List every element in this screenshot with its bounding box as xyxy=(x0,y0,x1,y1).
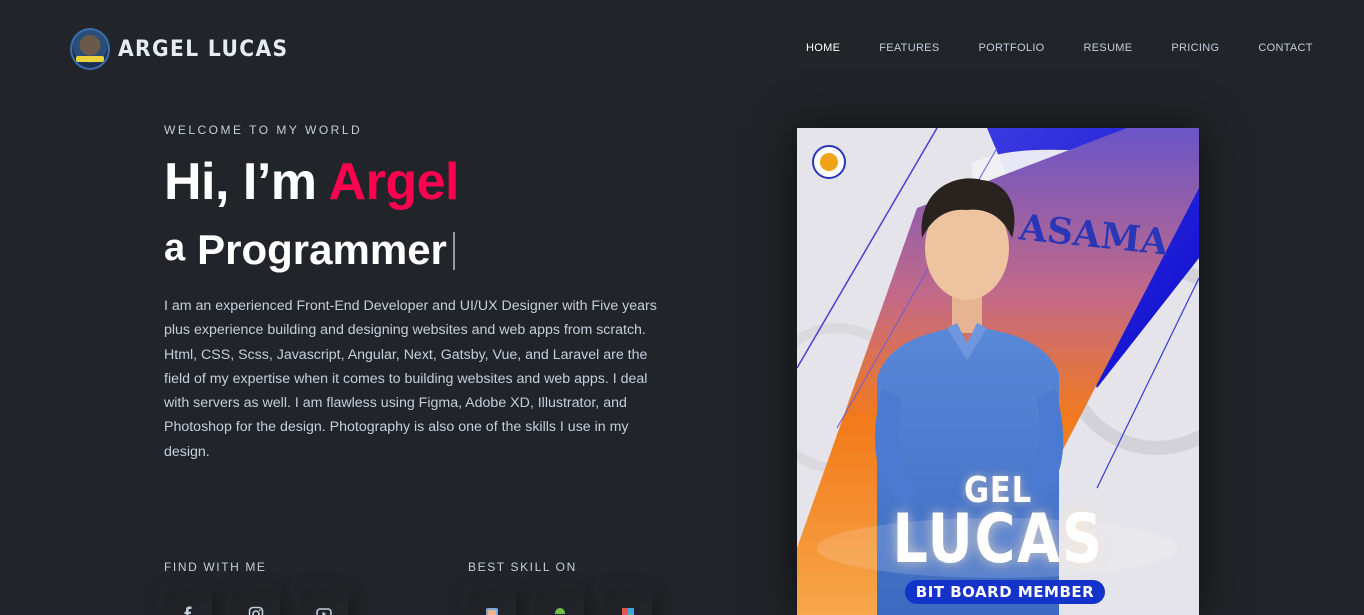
skill-figma[interactable] xyxy=(468,590,516,615)
brand-name: ARGEL LUCAS xyxy=(118,36,289,62)
hero-heading: Hi, I’m Argel xyxy=(164,152,459,212)
hero-name: Argel xyxy=(328,153,460,211)
instagram-icon xyxy=(248,606,264,615)
youtube-link[interactable] xyxy=(300,590,348,615)
youtube-icon xyxy=(316,608,332,615)
nav-contact[interactable]: CONTACT xyxy=(1258,42,1312,54)
nav-portfolio[interactable]: PORTFOLIO xyxy=(978,42,1044,54)
role-line: a Programmer xyxy=(164,226,455,274)
best-skill-label: BEST SKILL ON xyxy=(468,560,577,574)
poster-title-last: LUCAS xyxy=(892,500,1104,579)
typing-cursor xyxy=(452,232,455,270)
hero-poster-image: ASAMA GEL LUCAS BIT BOARD MEMBER xyxy=(797,128,1199,615)
instagram-link[interactable] xyxy=(232,590,280,615)
facebook-icon xyxy=(184,606,192,615)
android-icon xyxy=(555,608,565,614)
brand-logo[interactable]: ARGEL LUCAS xyxy=(70,28,303,70)
nav-features[interactable]: FEATURES xyxy=(879,42,939,54)
hero-description: I am an experienced Front-End Developer … xyxy=(164,298,657,460)
skill-icons xyxy=(468,590,652,615)
profile-logo-icon xyxy=(70,28,110,70)
nav-pricing[interactable]: PRICING xyxy=(1171,42,1219,54)
main-nav: HOME FEATURES PORTFOLIO RESUME PRICING C… xyxy=(806,42,1313,54)
role-text: Programmer xyxy=(197,226,447,273)
role-prefix: a xyxy=(164,227,186,269)
figma-alt-icon xyxy=(622,608,634,615)
facebook-link[interactable] xyxy=(164,590,212,615)
skill-figma-alt[interactable] xyxy=(604,590,652,615)
find-with-me-label: FIND WITH ME xyxy=(164,560,267,574)
welcome-subtitle: WELCOME TO MY WORLD xyxy=(164,123,363,137)
figma-icon xyxy=(486,608,498,615)
poster-badge: BIT BOARD MEMBER xyxy=(905,580,1105,604)
hero-greeting: Hi, I’m xyxy=(164,153,329,211)
nav-home[interactable]: HOME xyxy=(806,42,840,54)
skill-android[interactable] xyxy=(536,590,584,615)
nav-resume[interactable]: RESUME xyxy=(1084,42,1133,54)
social-links xyxy=(164,590,348,615)
